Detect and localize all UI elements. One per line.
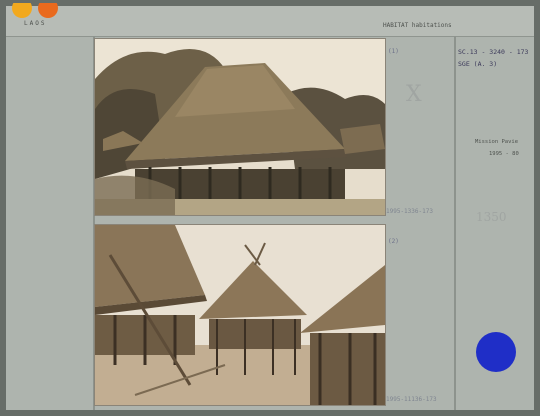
photo-thatched-house — [94, 38, 386, 216]
photo-village-huts — [94, 224, 386, 406]
blue-dot-sticker — [476, 332, 516, 372]
topic-label: HABITAT habitations — [383, 22, 452, 29]
faint-number-mark: 1350 — [476, 210, 507, 224]
faint-cross-mark: X — [406, 82, 422, 107]
country-label: LAOS — [24, 20, 47, 27]
photo-2-pencil-note: 1995-11136-173 — [386, 396, 437, 403]
catalog-card: LAOS HABITAT habitations (1) 1995-1336-1… — [6, 3, 534, 410]
photo-1-number: (1) — [388, 48, 399, 55]
header-strip: LAOS HABITAT habitations — [6, 3, 534, 37]
mission-years: 1995 - 80 — [489, 151, 519, 157]
cote-line-2: SGE (A. 3) — [458, 60, 498, 68]
mission-name: Mission Pavie — [475, 139, 519, 145]
photo-2-number: (2) — [388, 238, 399, 245]
photo-1-pencil-note: 1995-1336-173 — [386, 208, 433, 215]
cote-line-1: SC.13 - 3240 - 173 — [458, 48, 529, 56]
right-divider — [454, 36, 456, 410]
